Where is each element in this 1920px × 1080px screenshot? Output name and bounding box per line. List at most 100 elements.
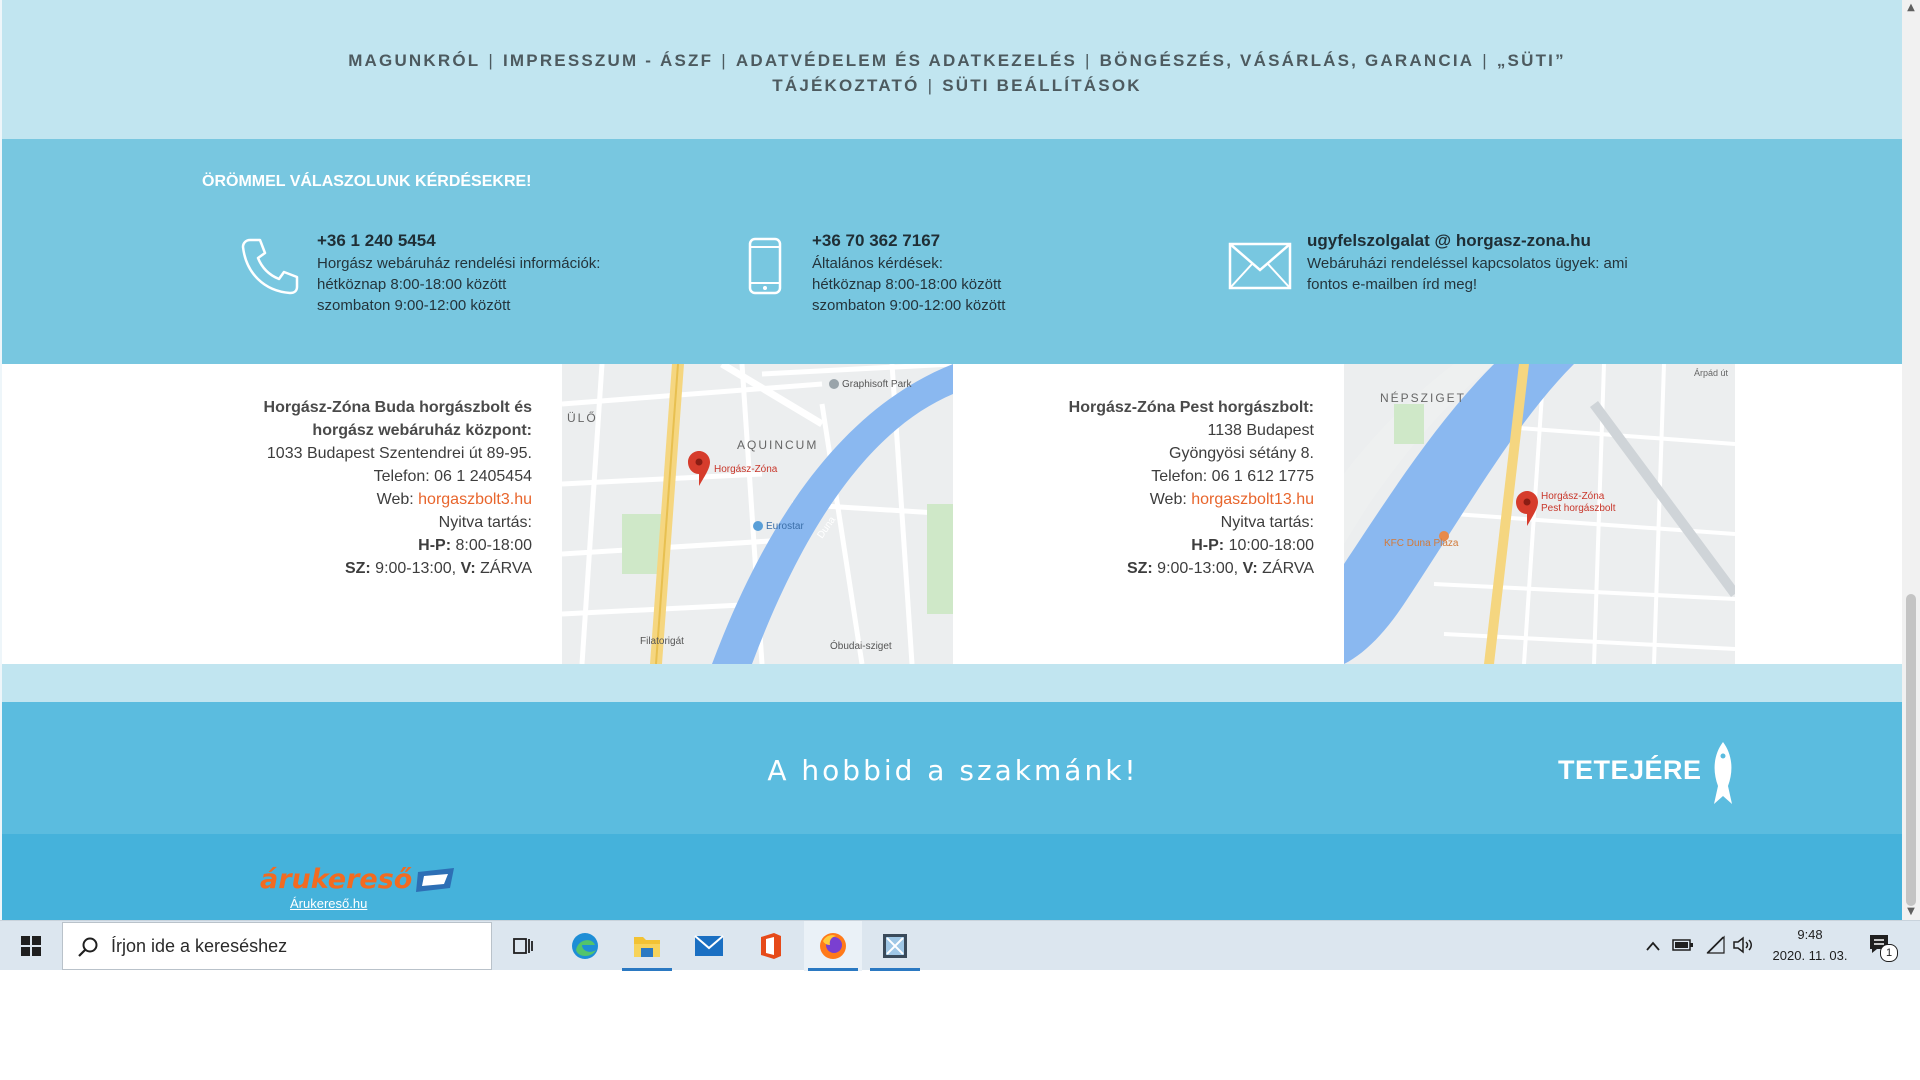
nav-link-impressum[interactable]: IMPRESSZUM - ÁSZF: [503, 51, 713, 70]
contact-line: hétköznap 8:00-18:00 között: [317, 276, 507, 293]
contact-line: szombaton 9:00-12:00 között: [812, 297, 1006, 314]
nav-separator: |: [488, 51, 495, 70]
bottom-band: árukereső Árukereső.hu: [2, 834, 1902, 920]
store-phone: Telefon: 06 1 2405454: [373, 468, 532, 485]
footer-nav-band: MAGUNKRÓL | IMPRESSZUM - ÁSZF | ADATVÉDELEM …: [2, 0, 1902, 139]
nav-separator: |: [1482, 51, 1489, 70]
map-label: KFC Duna Plaza: [1384, 538, 1459, 549]
store-web-link[interactable]: horgaszbolt13.hu: [1191, 491, 1314, 508]
taskbar-office[interactable]: [742, 921, 800, 971]
chevron-up-icon[interactable]: [1645, 940, 1661, 952]
contact-line: szombaton 9:00-12:00 között: [317, 297, 511, 314]
contact-line: Horgász webáruház rendelési információk:: [317, 255, 601, 272]
taskbar-search-box[interactable]: Írjon ide a kereséshez: [62, 922, 492, 970]
weekday-hours: 10:00-18:00: [1224, 537, 1314, 554]
fish-icon: [1714, 742, 1732, 804]
firefox-icon: [820, 933, 846, 959]
store-address: 1033 Budapest Szentendrei út 89-95.: [266, 445, 532, 462]
back-to-top-button[interactable]: TETEJÉRE: [1558, 740, 1758, 810]
contact-band: ÖRÖMMEL VÁLASZOLUNK KÉRDÉSEKRE! +36 1 24…: [2, 139, 1902, 364]
taskbar-file-explorer[interactable]: [618, 921, 676, 971]
notification-count-badge: 1: [1880, 944, 1898, 962]
store-weekend-hours: SZ: 9:00-13:00, V: ZÁRVA: [264, 557, 532, 580]
map-pin-label: Pest horgászbolt: [1541, 503, 1616, 514]
nav-link-privacy[interactable]: ADATVÉDELEM ÉS ADATKEZELÉS: [736, 51, 1077, 70]
weekday-label: H-P:: [1191, 537, 1225, 554]
battery-icon[interactable]: [1672, 938, 1694, 952]
snipping-tool-icon: [883, 934, 907, 958]
sunday-hours: ZÁRVA: [1257, 560, 1314, 577]
nav-link-shopping[interactable]: BÖNGÉSZÉS, VÁSÁRLÁS, GARANCIA: [1100, 51, 1475, 70]
vertical-scrollbar[interactable]: ▲ ▼: [1902, 0, 1920, 920]
mobile-phone-icon: [748, 237, 782, 295]
web-page: MAGUNKRÓL | IMPRESSZUM - ÁSZF | ADATVÉDELEM …: [0, 0, 1902, 920]
weekday-label: H-P:: [418, 537, 452, 554]
store-weekday-hours: H-P: 8:00-18:00: [264, 534, 532, 557]
nav-separator: |: [721, 51, 728, 70]
map-label: Óbudai-sziget: [830, 639, 892, 652]
notification-center-button[interactable]: 1: [1868, 933, 1898, 962]
contact-mobile-number[interactable]: +36 70 362 7167: [812, 229, 1005, 253]
taskbar-edge[interactable]: [556, 921, 614, 971]
map-label: NÉPSZIGET: [1380, 390, 1466, 405]
contact-email-address[interactable]: ugyfelszolgalat @ horgasz-zona.hu: [1307, 229, 1628, 253]
saturday-hours: 9:00-13:00,: [1152, 560, 1243, 577]
clock-date[interactable]: 2020. 11. 03.: [1760, 948, 1860, 963]
store-web-label: Web:: [1149, 491, 1192, 508]
arukereso-logo-image: árukereső: [260, 864, 454, 895]
map-buda[interactable]: Horgász-Zóna Graphisoft Park AQUINCUM ÜL…: [562, 364, 953, 664]
taskbar-snipping-tool[interactable]: [866, 921, 924, 971]
store-hours-label: Nyitva tartás:: [1220, 514, 1314, 531]
store-weekend-hours: SZ: 9:00-13:00, V: ZÁRVA: [1069, 557, 1314, 580]
saturday-hours: 9:00-13:00,: [370, 560, 461, 577]
scroll-up-icon[interactable]: ▲: [1902, 0, 1920, 16]
map-pin-label: Horgász-Zóna: [1541, 491, 1605, 502]
contact-line: Általános kérdések:: [812, 255, 943, 272]
wifi-icon[interactable]: [1704, 935, 1726, 955]
store-name: Horgász-Zóna Pest horgászbolt:: [1068, 399, 1314, 416]
scroll-down-icon[interactable]: ▼: [1902, 904, 1920, 920]
store-address: 1138 Budapest: [1207, 422, 1314, 439]
contact-phone-number[interactable]: +36 1 240 5454: [317, 229, 600, 253]
store-web: Web: horgaszbolt13.hu: [1069, 488, 1314, 511]
map-label: Graphisoft Park: [842, 379, 912, 390]
nav-separator: |: [927, 76, 935, 95]
sunday-label: V:: [1242, 560, 1258, 577]
map-pest-image: Horgász-Zóna Pest horgászbolt NÉPSZIGET …: [1344, 364, 1735, 664]
edge-icon: [572, 933, 598, 959]
start-button[interactable]: [0, 921, 62, 971]
back-to-top-label: TETEJÉRE: [1558, 755, 1702, 785]
speaker-icon[interactable]: [1732, 936, 1754, 954]
arukereso-link[interactable]: Árukereső.hu: [290, 896, 367, 911]
envelope-icon: [1228, 242, 1292, 290]
separator-band: [2, 664, 1902, 702]
contact-line: fontos e-mailben írd meg!: [1307, 276, 1478, 293]
search-placeholder: Írjon ide a kereséshez: [111, 936, 288, 956]
saturday-label: SZ:: [344, 560, 371, 577]
nav-link-about[interactable]: MAGUNKRÓL: [348, 51, 480, 70]
weekday-hours: 8:00-18:00: [451, 537, 532, 554]
nav-separator: |: [1085, 51, 1092, 70]
store-phone: Telefon: 06 1 612 1775: [1151, 468, 1314, 485]
store-pest-info: Horgász-Zóna Pest horgászbolt: 1138 Buda…: [1069, 396, 1314, 580]
clock-time[interactable]: 9:48: [1760, 927, 1860, 942]
stores-section: Horgász-Zóna Buda horgászbolt és horgász…: [2, 364, 1902, 664]
map-buda-image: Horgász-Zóna Graphisoft Park AQUINCUM ÜL…: [562, 364, 953, 664]
sunday-hours: ZÁRVA: [475, 560, 532, 577]
map-pest[interactable]: Horgász-Zóna Pest horgászbolt NÉPSZIGET …: [1344, 364, 1735, 664]
taskbar: Írjon ide a kereséshez 9:48 2020. 11. 03…: [0, 920, 1920, 971]
phone-icon: [241, 238, 299, 295]
search-icon: [78, 937, 98, 957]
store-name: Horgász-Zóna Buda horgászbolt és: [263, 399, 532, 416]
nav-link-cookie-settings[interactable]: SÜTI BEÁLLÍTÁSOK: [942, 76, 1142, 95]
store-address: Gyöngyösi sétány 8.: [1169, 445, 1314, 462]
task-view-button[interactable]: [494, 921, 552, 971]
store-web-link[interactable]: horgaszbolt3.hu: [418, 491, 532, 508]
store-weekday-hours: H-P: 10:00-18:00: [1069, 534, 1314, 557]
taskbar-firefox[interactable]: [804, 921, 862, 971]
office-icon: [761, 933, 781, 959]
taskbar-mail[interactable]: [680, 921, 738, 971]
scrollbar-thumb[interactable]: [1906, 594, 1916, 906]
map-label: Filatorigát: [640, 636, 684, 647]
sunday-label: V:: [460, 560, 476, 577]
